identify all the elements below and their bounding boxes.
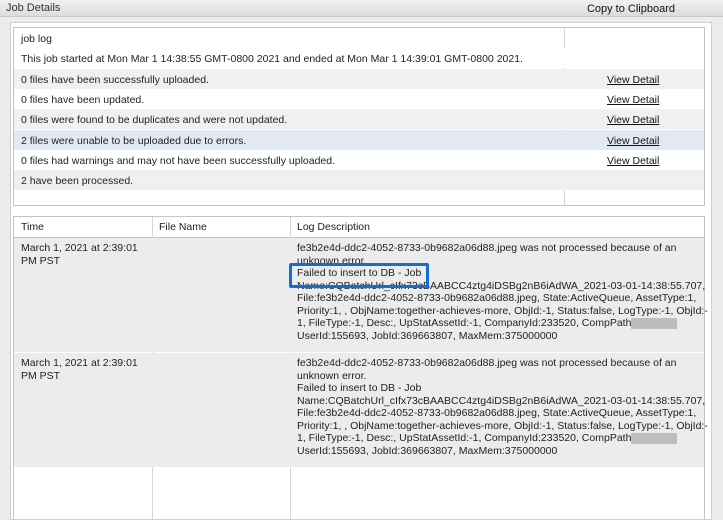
view-detail-link-duplicates[interactable]: View Detail [607,114,659,126]
job-log-row: 0 files have been successfully uploaded.… [14,69,704,89]
cell-time: March 1, 2021 at 2:39:01 PM PST [21,357,151,382]
desc-line: Name:CQBatchUrl_cIfx73cBAABCC4ztg4iDSBg2… [297,394,706,407]
redacted-block [631,432,678,444]
job-log-row-text: 2 have been processed. [21,175,134,187]
desc-line: File:fe3b2e4d-ddc2-4052-8733-0b9682a06d8… [297,407,697,419]
log-table-header: Time File Name Log Description [14,217,704,238]
table-row: March 1, 2021 at 2:39:01 PM PST fe3b2e4d… [14,353,708,467]
job-log-row: 0 files had warnings and may not have be… [14,150,704,170]
desc-line: fe3b2e4d-ddc2-4052-8733-0b9682a06d88.jpe… [297,357,677,369]
log-table: Time File Name Log Description March 1, … [13,216,708,519]
view-detail-link-errors[interactable]: View Detail [607,135,659,147]
job-log-row-selected: 2 files were unable to be uploaded due t… [14,130,704,150]
cell-log-description: fe3b2e4d-ddc2-4052-8733-0b9682a06d88.jpe… [297,242,708,342]
time-line: March 1, 2021 at 2:39:01 [21,242,138,254]
desc-line: UserId:155693, JobId:369663807, MaxMem:3… [297,444,558,457]
view-detail-link-uploaded[interactable]: View Detail [607,74,659,86]
desc-line: fe3b2e4d-ddc2-4052-8733-0b9682a06d88.jpe… [297,242,677,254]
job-log-header: job log [14,28,704,49]
job-log-row-text: 0 files have been successfully uploaded. [21,74,209,86]
job-log-row-text: This job started at Mon Mar 1 14:38:55 G… [21,53,523,65]
window-title: Job Details [6,2,61,14]
desc-line: Priority:1, , ObjName:together-achieves-… [297,304,708,317]
job-log-panel: job log This job started at Mon Mar 1 14… [13,27,705,206]
time-line: PM PST [21,369,61,382]
column-header-time[interactable]: Time [21,221,44,233]
desc-line: Failed to insert to DB - Job [297,382,422,394]
desc-line: Priority:1, , ObjName:together-achieves-… [297,419,708,432]
desc-line-with-redaction: 1, FileType:-1, Desc:, UpStatAssetId:-1,… [297,432,703,445]
cell-time: March 1, 2021 at 2:39:01 PM PST [21,242,151,267]
desc-line-with-redaction: 1, FileType:-1, Desc:, UpStatAssetId:-1,… [297,317,703,330]
view-detail-link-updated[interactable]: View Detail [607,94,659,106]
desc-line: UserId:155693, JobId:369663807, MaxMem:3… [297,329,558,342]
desc-line: File:fe3b2e4d-ddc2-4052-8733-0b9682a06d8… [297,292,697,304]
time-line: March 1, 2021 at 2:39:01 [21,357,138,369]
job-log-row: 2 have been processed. [14,170,704,190]
title-bar: Job Details Copy to Clipboard [0,0,723,17]
job-log-row: 0 files were found to be duplicates and … [14,109,704,129]
time-line: PM PST [21,254,61,267]
job-log-header-label: job log [21,33,52,45]
job-log-row-text: 2 files were unable to be uploaded due t… [21,135,247,147]
redacted-block [631,317,678,329]
column-header-log-description[interactable]: Log Description [297,221,370,233]
copy-to-clipboard-button[interactable]: Copy to Clipboard [587,3,675,15]
highlight-box [289,263,429,288]
job-log-row-text: 0 files had warnings and may not have be… [21,155,336,167]
table-row: March 1, 2021 at 2:39:01 PM PST fe3b2e4d… [14,238,708,352]
cell-log-description: fe3b2e4d-ddc2-4052-8733-0b9682a06d88.jpe… [297,357,708,457]
job-log-row-text: 0 files were found to be duplicates and … [21,114,288,126]
job-log-row: This job started at Mon Mar 1 14:38:55 G… [14,48,704,68]
view-detail-link-warnings[interactable]: View Detail [607,155,659,167]
desc-line: unknown error. [297,369,367,382]
column-header-file-name[interactable]: File Name [159,221,207,233]
job-log-row-text: 0 files have been updated. [21,94,145,106]
desc-line-text: 1, FileType:-1, Desc:, UpStatAssetId:-1,… [297,317,632,329]
job-log-row: 0 files have been updated. View Detail [14,89,704,109]
desc-line-text: 1, FileType:-1, Desc:, UpStatAssetId:-1,… [297,432,632,444]
